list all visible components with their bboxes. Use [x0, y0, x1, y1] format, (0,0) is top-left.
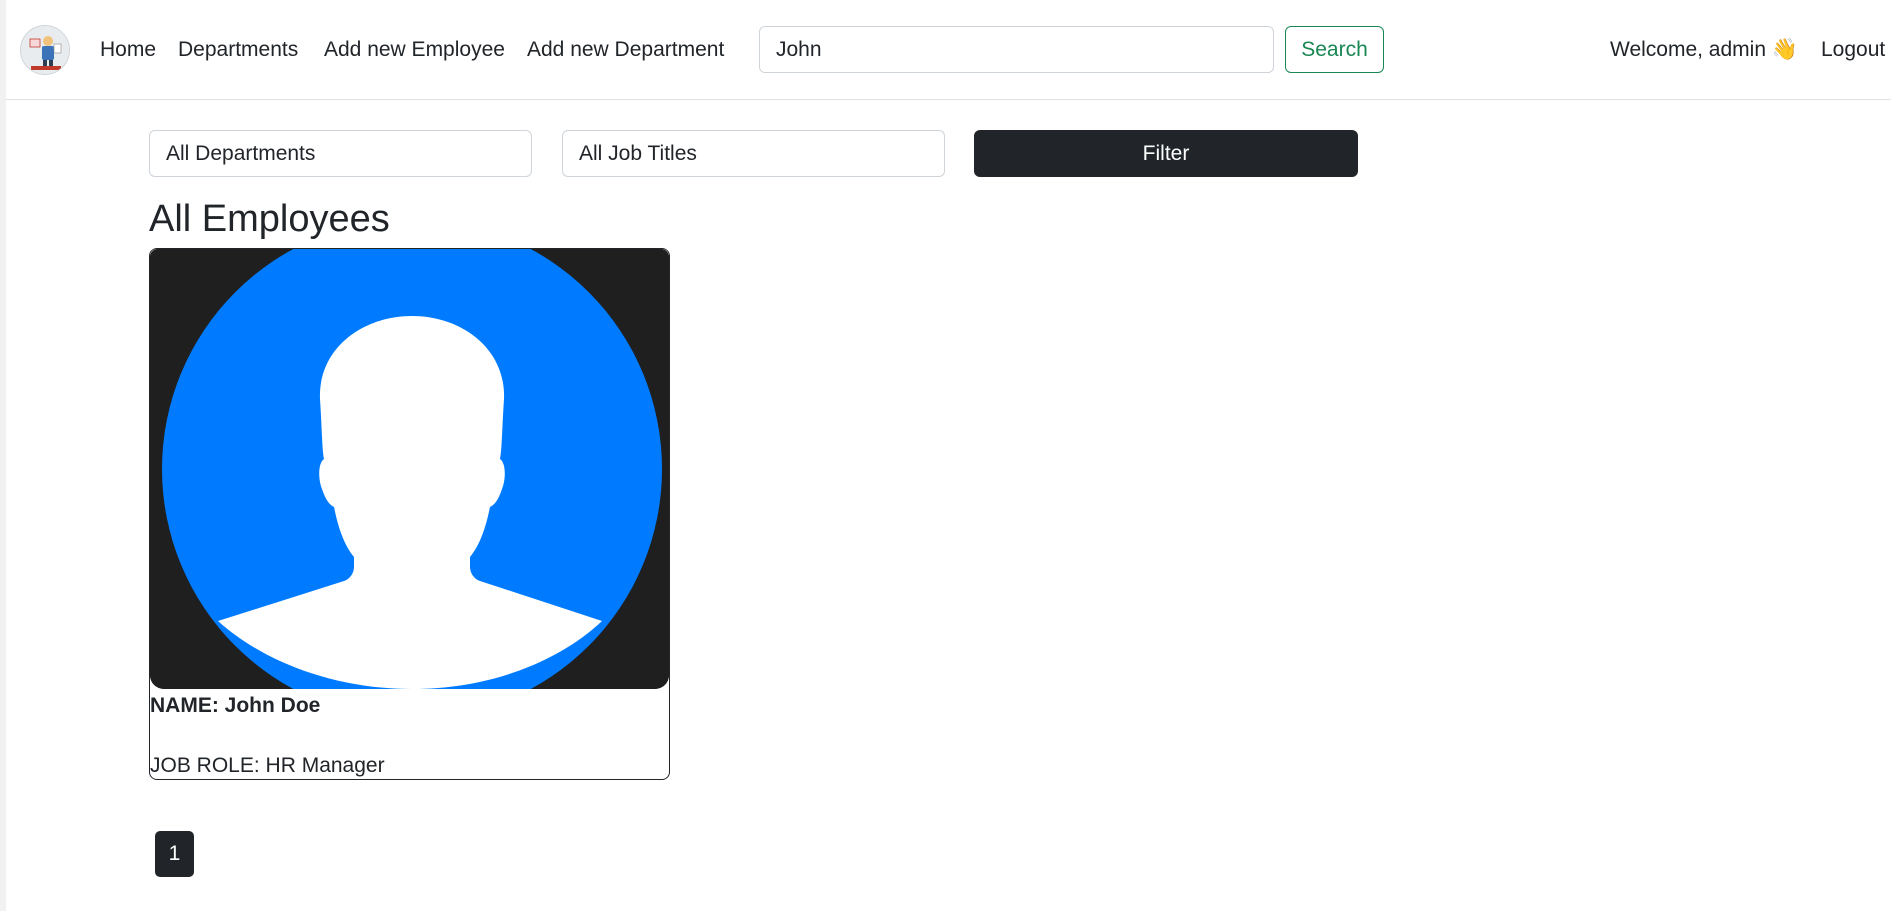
department-select-value: All Departments [166, 142, 316, 165]
nav-departments-link[interactable]: Departments [178, 36, 298, 64]
page-title: All Employees [149, 198, 390, 240]
employee-name: NAME: John Doe [150, 694, 321, 717]
job-title-select-value: All Job Titles [579, 142, 697, 165]
app-logo[interactable] [20, 25, 70, 75]
nav-add-department-link[interactable]: Add new Department [527, 36, 724, 64]
employee-avatar [150, 249, 669, 689]
logout-link[interactable]: Logout [1821, 36, 1885, 64]
nav-add-employee-link[interactable]: Add new Employee [324, 36, 505, 64]
job-title-select[interactable]: All Job Titles [562, 130, 945, 177]
nav-home-link[interactable]: Home [100, 36, 156, 64]
search-button[interactable]: Search [1285, 26, 1384, 73]
welcome-text: Welcome, admin 👋 [1610, 38, 1798, 61]
pagination-page-1[interactable]: 1 [155, 831, 194, 877]
logo-icon [21, 26, 69, 74]
employee-role: JOB ROLE: HR Manager [150, 754, 385, 777]
department-select[interactable]: All Departments [149, 130, 532, 177]
filter-button[interactable]: Filter [974, 130, 1358, 177]
page-left-edge [0, 0, 6, 911]
top-navbar: Home Departments Add new Employee Add ne… [6, 0, 1891, 100]
user-silhouette-icon [150, 249, 669, 689]
search-input[interactable] [759, 26, 1274, 73]
